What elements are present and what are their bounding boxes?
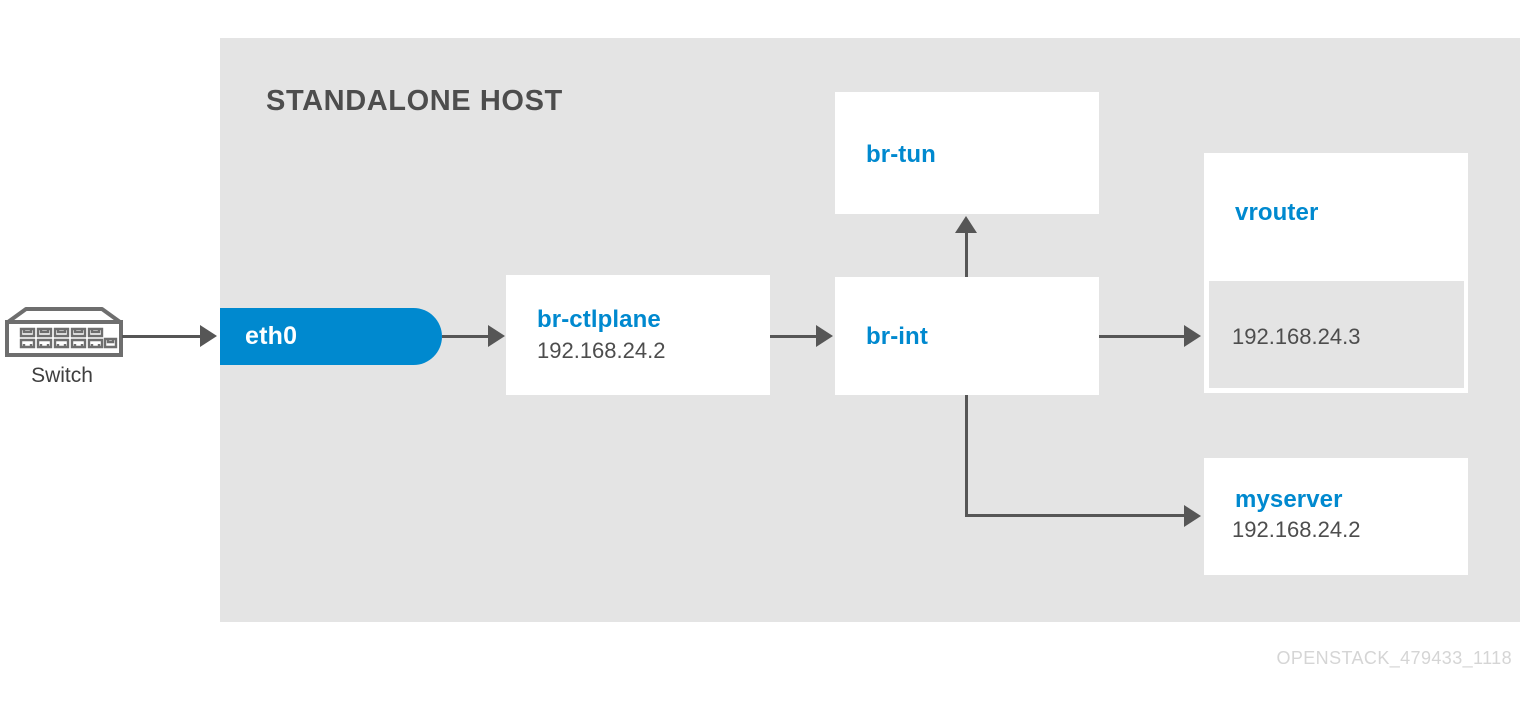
connector-brint-to-brtun-arrowhead: [955, 216, 977, 233]
watermark-label: OPENSTACK_479433_1118: [1276, 648, 1512, 668]
node-myserver-title: myserver: [1235, 486, 1343, 513]
connector-brctlplane-to-brint-arrowhead: [816, 325, 833, 347]
connector-brint-to-vrouter-arrowhead: [1184, 325, 1201, 347]
network-switch-icon: [4, 306, 124, 358]
connector-eth0-to-brctlplane-arrowhead: [488, 325, 505, 347]
node-br-tun-title: br-tun: [866, 141, 936, 168]
node-eth0: eth0: [220, 308, 442, 365]
node-vrouter-title: vrouter: [1235, 199, 1319, 226]
connector-brint-to-myserver-arrowhead: [1184, 505, 1201, 527]
connector-switch-to-eth0: [122, 335, 202, 338]
node-br-ctlplane: [506, 275, 770, 395]
switch-label: Switch: [31, 364, 93, 387]
node-eth0-label: eth0: [245, 322, 298, 350]
node-myserver-ip: 192.168.24.2: [1232, 517, 1361, 542]
node-vrouter-ip: 192.168.24.3: [1232, 324, 1361, 349]
connector-switch-to-eth0-arrowhead: [200, 325, 217, 347]
connector-brint-to-myserver-horizontal: [965, 514, 1186, 517]
page-title: STANDALONE HOST: [266, 85, 563, 117]
node-br-ctlplane-title: br-ctlplane: [537, 306, 661, 333]
diagram-canvas: STANDALONE HOST Switch eth0 br-ctlplane …: [0, 0, 1520, 703]
connector-brint-to-vrouter: [1099, 335, 1186, 338]
connector-eth0-to-brctlplane: [442, 335, 490, 338]
node-br-int-title: br-int: [866, 323, 928, 350]
node-br-ctlplane-ip: 192.168.24.2: [537, 338, 666, 363]
connector-brint-to-myserver-vertical: [965, 395, 968, 517]
connector-brint-to-brtun: [965, 231, 968, 279]
connector-brctlplane-to-brint: [770, 335, 818, 338]
